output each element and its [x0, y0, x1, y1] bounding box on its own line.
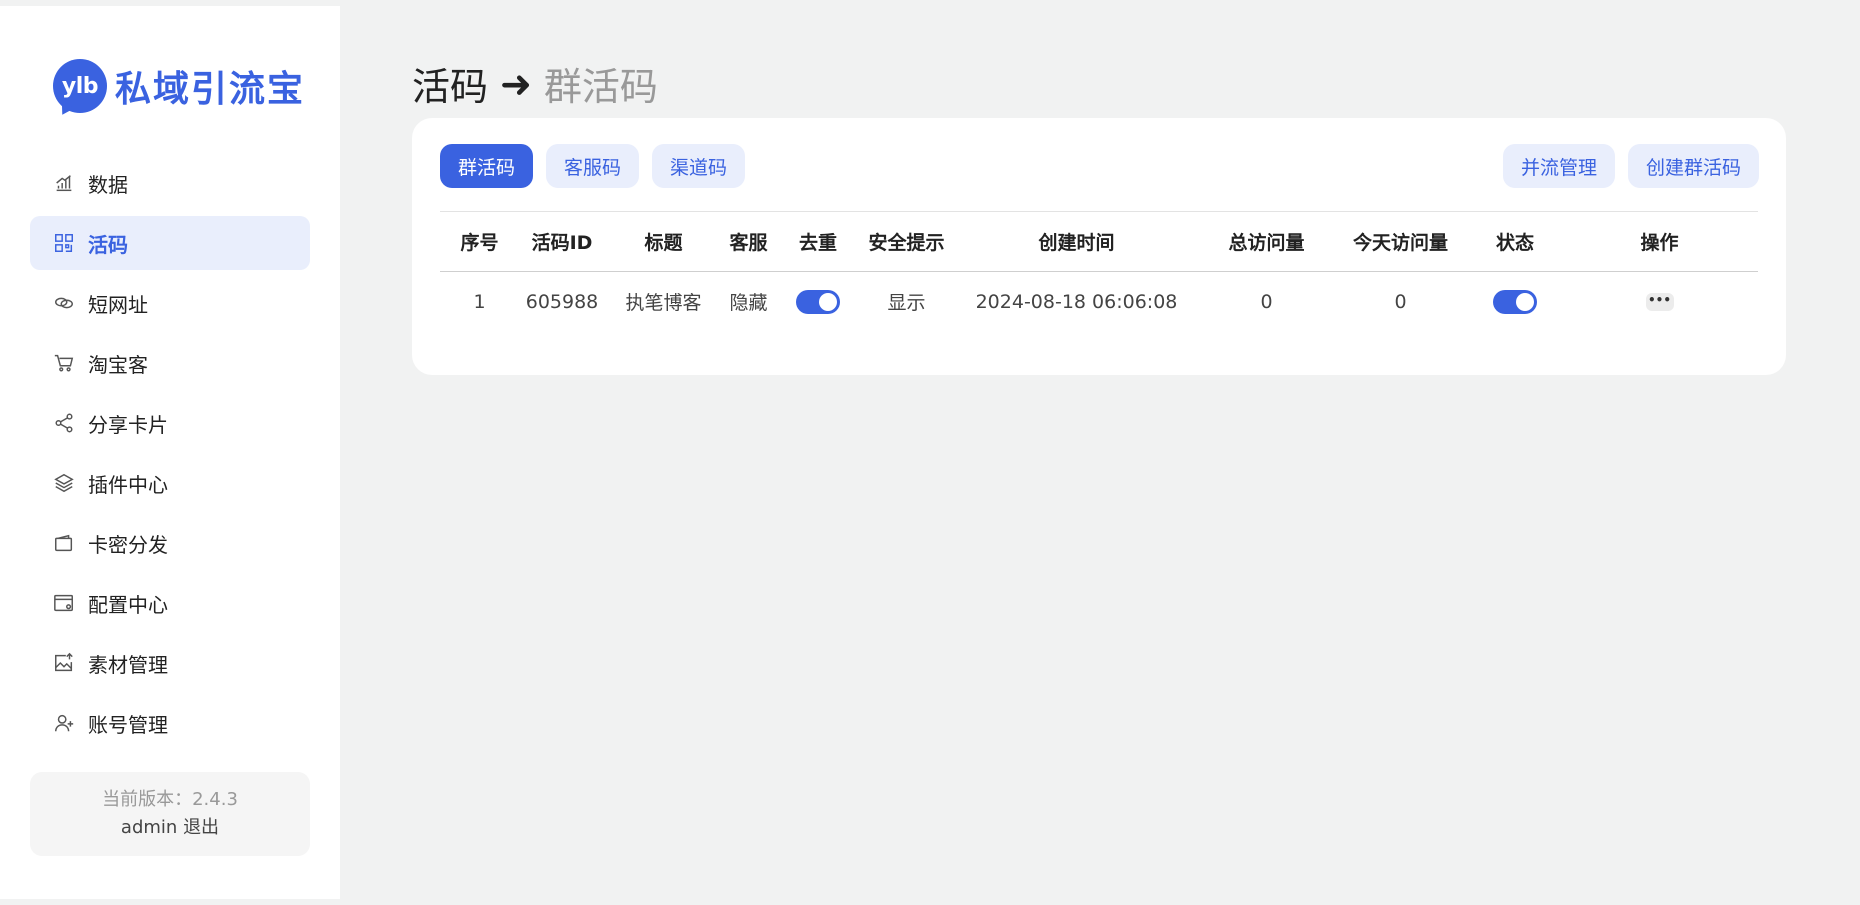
- column-header: 状态: [1495, 232, 1534, 254]
- toolbar-actions: 并流管理 创建群活码: [1502, 144, 1759, 188]
- sidebar-item-label: 数据: [88, 172, 128, 197]
- logout-link[interactable]: 退出: [183, 817, 219, 838]
- cell-status: [1469, 272, 1561, 332]
- sidebar-nav: 数据 活码 短网址 淘宝客 分享卡片 插件中心 卡密分发 配置中心 素材管理 账…: [30, 156, 310, 756]
- sidebar-item-label: 卡密分发: [88, 532, 168, 557]
- cell-total-visits: 0: [1260, 290, 1273, 313]
- column-header: 序号: [460, 232, 499, 254]
- share-icon: [52, 411, 76, 435]
- page-title-main: 活码: [412, 65, 489, 109]
- column-header: 创建时间: [1038, 232, 1115, 254]
- cell-index: 1: [473, 290, 486, 313]
- cell-safety: 显示: [887, 292, 926, 315]
- sidebar-item-livecode[interactable]: 活码: [30, 216, 310, 270]
- tab-group-code[interactable]: 群活码: [440, 144, 534, 188]
- merge-manage-button[interactable]: 并流管理: [1502, 144, 1615, 188]
- cell-service: 隐藏: [729, 292, 768, 315]
- livecode-table: 序号 活码ID 标题 客服 去重 安全提示 创建时间 总访问量 今天访问量 状态…: [440, 211, 1758, 332]
- sidebar-item-label: 账号管理: [88, 712, 168, 737]
- image-upload-icon: [52, 651, 76, 675]
- sidebar-item-plugins[interactable]: 插件中心: [30, 456, 310, 510]
- cell-id: 605988: [525, 290, 599, 313]
- column-header: 去重: [798, 232, 837, 254]
- qrcode-grid-icon: [52, 231, 76, 255]
- sidebar-item-label: 配置中心: [88, 592, 168, 617]
- sidebar-item-shorturl[interactable]: 短网址: [30, 276, 310, 330]
- type-tabs: 群活码 客服码 渠道码: [440, 144, 746, 188]
- brand-logo[interactable]: ylb 私域引流宝: [53, 58, 305, 114]
- sidebar-item-accounts[interactable]: 账号管理: [30, 696, 310, 750]
- layers-icon: [52, 471, 76, 495]
- cell-title: 执笔博客: [625, 292, 702, 315]
- cell-created: 2024-08-18 06:06:08: [975, 290, 1178, 313]
- column-header: 标题: [644, 232, 683, 254]
- sidebar-item-card-dist[interactable]: 卡密分发: [30, 516, 310, 570]
- cell-actions: •••: [1561, 272, 1758, 332]
- tab-service-code[interactable]: 客服码: [546, 144, 640, 188]
- cell-today-visits: 0: [1394, 290, 1407, 313]
- user-icon: [52, 711, 76, 735]
- sidebar-item-taobaoke[interactable]: 淘宝客: [30, 336, 310, 390]
- column-header: 今天访问量: [1352, 232, 1448, 254]
- shopping-cart-icon: [52, 351, 76, 375]
- sidebar-item-label: 短网址: [88, 292, 148, 317]
- wallet-icon: [52, 531, 76, 555]
- brand-name: 私域引流宝: [115, 68, 306, 110]
- content-card: 群活码 客服码 渠道码 并流管理 创建群活码 序号 活码ID 标题 客服 去重 …: [412, 118, 1786, 375]
- table-row: 1 605988 执笔博客 隐藏 显示 2024-08-18 06:06:08 …: [440, 272, 1758, 332]
- bar-chart-icon: [52, 171, 76, 195]
- cell-dedupe: [775, 272, 861, 332]
- column-header: 安全提示: [868, 232, 945, 254]
- column-header: 总访问量: [1228, 232, 1305, 254]
- version-info: 当前版本：2.4.3 admin 退出: [30, 772, 310, 856]
- column-header: 客服: [729, 232, 768, 254]
- sidebar-item-materials[interactable]: 素材管理: [30, 636, 310, 690]
- link-icon: [52, 291, 76, 315]
- tab-channel-code[interactable]: 渠道码: [652, 144, 746, 188]
- sidebar-item-label: 素材管理: [88, 652, 168, 677]
- arrow-right-icon: ➜: [500, 61, 532, 106]
- page-title: 活码 ➜ 群活码: [412, 56, 658, 111]
- sidebar-item-label: 淘宝客: [88, 352, 148, 377]
- sidebar-item-data[interactable]: 数据: [30, 156, 310, 210]
- column-header: 操作: [1640, 232, 1679, 254]
- logo-badge: ylb: [53, 59, 107, 113]
- sidebar-item-label: 活码: [88, 232, 128, 257]
- create-group-code-button[interactable]: 创建群活码: [1627, 144, 1759, 188]
- username: admin: [120, 817, 178, 838]
- page-title-sub: 群活码: [543, 65, 658, 109]
- more-icon[interactable]: •••: [1645, 293, 1674, 312]
- user-line: admin 退出: [30, 814, 310, 842]
- sidebar-item-config[interactable]: 配置中心: [30, 576, 310, 630]
- sidebar: ylb 私域引流宝 数据 活码 短网址 淘宝客 分享卡片 插件中心 卡密分发 配…: [0, 6, 340, 899]
- settings-window-icon: [52, 591, 76, 615]
- dedupe-toggle[interactable]: [796, 289, 840, 314]
- sidebar-item-share-card[interactable]: 分享卡片: [30, 396, 310, 450]
- version-text: 当前版本：2.4.3: [102, 789, 238, 810]
- sidebar-item-label: 分享卡片: [88, 412, 168, 437]
- status-toggle[interactable]: [1493, 289, 1537, 314]
- sidebar-item-label: 插件中心: [88, 472, 168, 497]
- table-header-row: 序号 活码ID 标题 客服 去重 安全提示 创建时间 总访问量 今天访问量 状态…: [440, 211, 1758, 272]
- column-header: 活码ID: [531, 232, 593, 254]
